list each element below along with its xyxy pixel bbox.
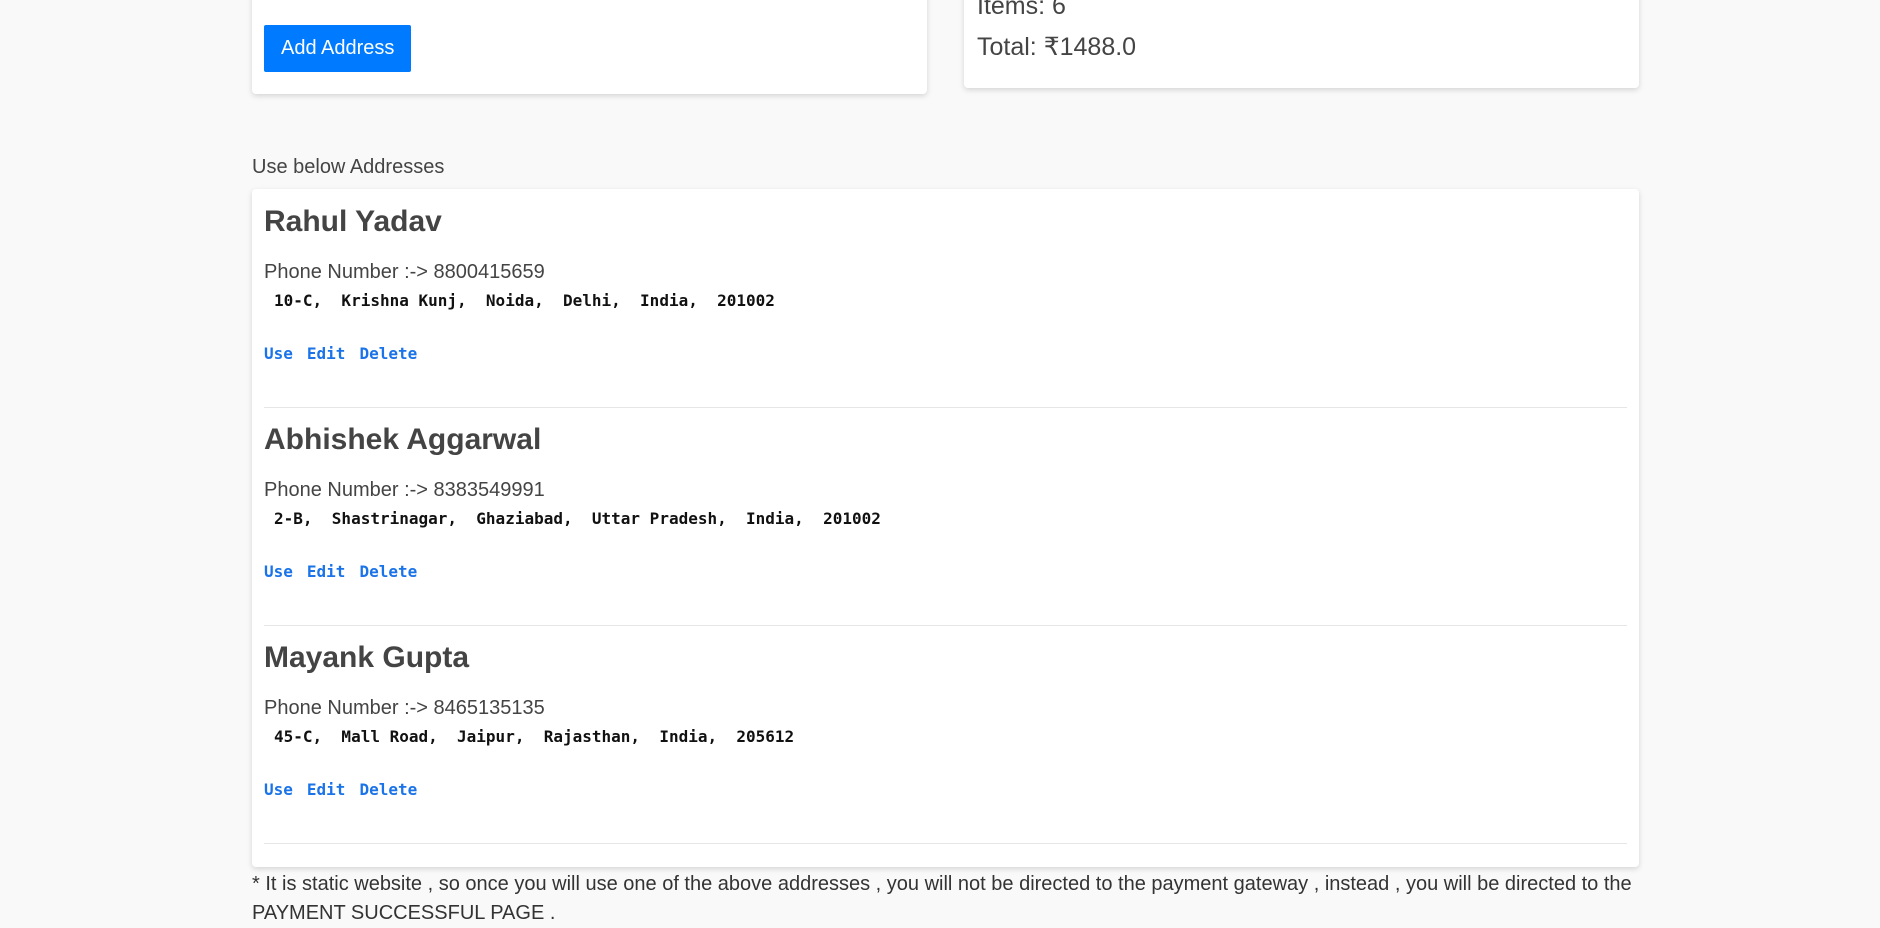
address-item: Mayank Gupta Phone Number :-> 8465135135… [264,625,1627,844]
use-address-link[interactable]: Use [264,562,293,581]
address-item: Abhishek Aggarwal Phone Number :-> 83835… [264,407,1627,626]
address-line: 2-B, Shastrinagar, Ghaziabad, Uttar Prad… [274,509,881,528]
order-summary-card: Items: 6 Total: ₹1488.0 [964,0,1639,88]
address-line: 45-C, Mall Road, Jaipur, Rajasthan, Indi… [274,727,795,746]
edit-address-link[interactable]: Edit [307,780,346,799]
order-total: Total: ₹1488.0 [977,33,1137,61]
address-form-card: Add Address [252,0,927,94]
address-phone: Phone Number :-> 8465135135 [264,697,545,719]
add-address-button[interactable]: Add Address [264,25,412,72]
use-address-link[interactable]: Use [264,780,293,799]
address-phone: Phone Number :-> 8800415659 [264,261,545,283]
delete-address-link[interactable]: Delete [359,344,417,363]
address-actions: Use Edit Delete [264,562,431,581]
address-item: Rahul Yadav Phone Number :-> 8800415659 … [264,189,1627,408]
delete-address-link[interactable]: Delete [359,562,417,581]
address-actions: Use Edit Delete [264,780,431,799]
use-address-link[interactable]: Use [264,344,293,363]
items-count: Items: 6 [977,0,1066,20]
edit-address-link[interactable]: Edit [307,344,346,363]
address-phone: Phone Number :-> 8383549991 [264,479,545,501]
address-actions: Use Edit Delete [264,344,431,363]
address-name: Abhishek Aggarwal [264,423,542,456]
address-list: Rahul Yadav Phone Number :-> 8800415659 … [252,189,1639,867]
edit-address-link[interactable]: Edit [307,562,346,581]
address-name: Mayank Gupta [264,641,470,674]
static-site-note: * It is static website , so once you wil… [252,873,1632,924]
address-line: 10-C, Krishna Kunj, Noida, Delhi, India,… [274,291,775,310]
delete-address-link[interactable]: Delete [359,780,417,799]
addresses-heading: Use below Addresses [252,156,445,178]
address-name: Rahul Yadav [264,205,442,238]
